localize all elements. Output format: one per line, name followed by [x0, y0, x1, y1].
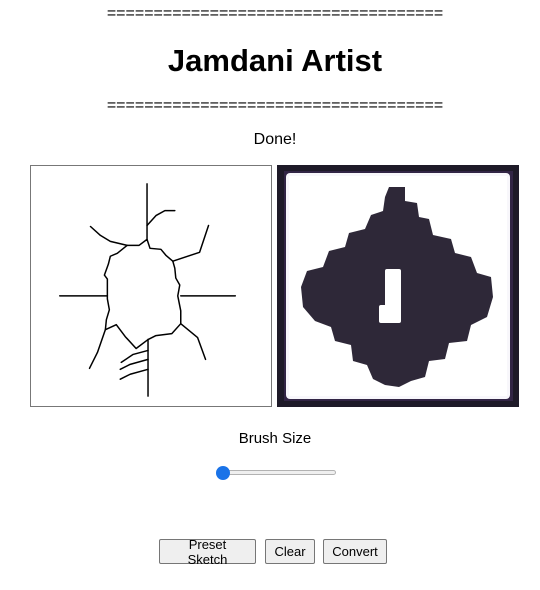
page-title: Jamdani Artist [167, 43, 383, 78]
convert-button[interactable]: Convert [323, 539, 387, 564]
brush-size-label: Brush Size [238, 430, 312, 447]
preset-sketch-button[interactable]: Preset Sketch [159, 537, 256, 567]
sketch-drawing [59, 183, 237, 397]
slider-thumb[interactable] [216, 466, 230, 480]
jamdani-motif-render [277, 165, 519, 407]
slider-track[interactable] [218, 470, 336, 475]
sketch-canvas[interactable] [30, 165, 272, 407]
header-divider-bottom: ==================================== [106, 97, 444, 114]
clear-button[interactable]: Clear [265, 539, 315, 564]
status-text: Done! [253, 131, 297, 148]
app-page: ==================================== Jam… [0, 0, 540, 590]
header-divider-top: ==================================== [106, 5, 444, 22]
action-buttons: Preset Sketch Clear Convert [0, 537, 540, 567]
brush-size-slider[interactable] [216, 465, 336, 481]
output-image [277, 165, 519, 407]
